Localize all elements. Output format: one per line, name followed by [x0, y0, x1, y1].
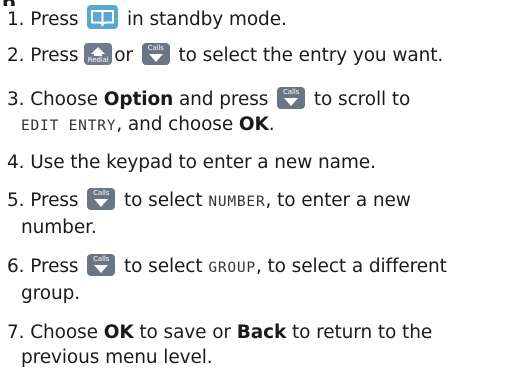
step-3: 3. Choose Option and press Calls to scro…: [7, 87, 513, 139]
step-keyword: OK: [103, 322, 134, 343]
redial-label: Redial: [87, 56, 109, 64]
step-text: , to select a different: [255, 256, 447, 277]
step-text: .: [268, 114, 275, 135]
step-number: 1.: [7, 9, 25, 30]
step-text: to select: [124, 256, 203, 277]
step-text: and press: [178, 89, 269, 110]
step-text: to scroll to: [313, 89, 411, 110]
calls-icon: Calls: [87, 254, 116, 276]
book-icon: [87, 5, 119, 29]
step-text: to save or: [139, 322, 231, 343]
step-5: 5. Press Calls to select NUMBER, to ente…: [7, 188, 513, 240]
step-text: , and choose: [116, 114, 234, 135]
step-text: to return to the: [291, 322, 433, 343]
step-keyword: Back: [236, 322, 287, 343]
step-text: Press: [30, 190, 79, 211]
step-text: number.: [21, 217, 97, 238]
calls-icon: Calls: [141, 43, 170, 65]
step-text: Press: [30, 9, 79, 30]
redial-icon: Redial: [84, 43, 113, 65]
step-text: Choose: [30, 89, 98, 110]
menu-option-text: NUMBER: [208, 194, 266, 210]
step-number: 4.: [7, 152, 25, 173]
step-text: to select: [124, 190, 203, 211]
menu-option-text: GROUP: [208, 260, 256, 276]
step-text: to select the entry you want.: [178, 45, 444, 66]
step-4: 4. Use the keypad to enter a new name.: [7, 150, 513, 175]
step-text: previous menu level.: [21, 347, 213, 368]
step-1: 1. Press in standby mode.: [7, 5, 513, 32]
step-text: group.: [21, 283, 81, 304]
step-number: 7.: [7, 322, 25, 343]
step-text: Press: [30, 256, 79, 277]
step-text: or: [114, 45, 133, 66]
step-2: 2. Press Redial or Calls to select the e…: [7, 43, 513, 68]
step-keyword: Option: [103, 89, 174, 110]
step-number: 3.: [7, 89, 25, 110]
step-number: 6.: [7, 256, 25, 277]
step-text: , to enter a new: [265, 190, 411, 211]
step-number: 2.: [7, 45, 25, 66]
step-6: 6. Press Calls to select GROUP, to selec…: [7, 254, 513, 306]
step-text: Press: [30, 45, 79, 66]
menu-option-text: EDIT ENTRY: [21, 118, 117, 134]
step-text: in standby mode.: [127, 9, 287, 30]
step-text: Choose: [30, 322, 98, 343]
calls-icon: Calls: [87, 188, 116, 210]
step-keyword: OK: [238, 114, 269, 135]
step-7: 7. Choose OK to save or Back to return t…: [7, 320, 513, 370]
calls-icon: Calls: [277, 87, 306, 109]
step-text: Use the keypad to enter a new name.: [30, 152, 376, 173]
step-number: 5.: [7, 190, 25, 211]
